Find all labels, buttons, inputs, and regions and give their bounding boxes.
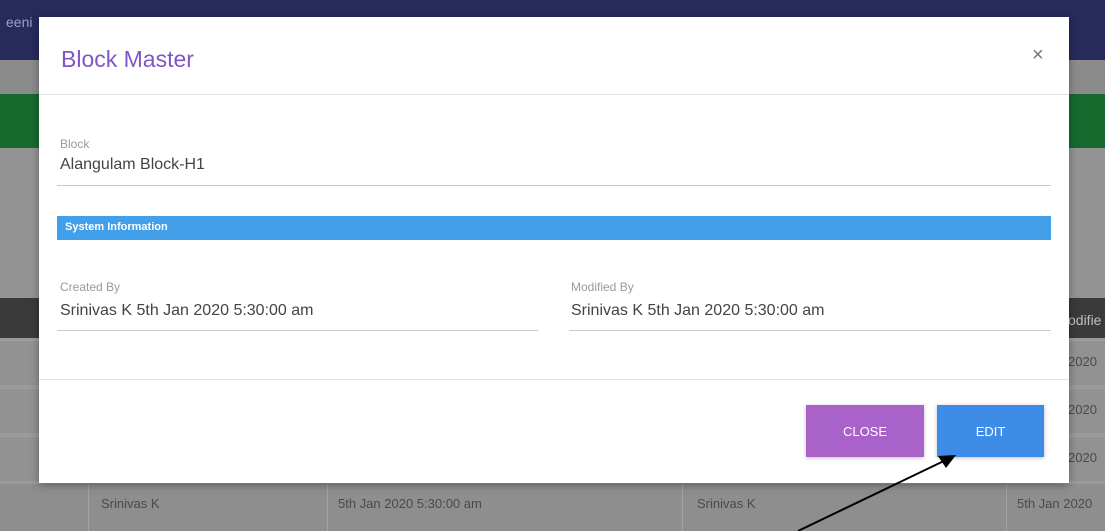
system-information-heading: System Information [65, 221, 168, 233]
column-divider [1006, 484, 1007, 531]
block-value[interactable]: Alangulam Block-H1 [60, 156, 205, 174]
system-information-bar: System Information [57, 216, 1051, 240]
close-button[interactable]: CLOSE [806, 405, 924, 457]
row-created-by: Srinivas K [101, 496, 160, 511]
block-label: Block [60, 137, 90, 151]
row-modified-by: Srinivas K [697, 496, 756, 511]
row-date: 2020 [1068, 354, 1097, 369]
header-divider [39, 94, 1069, 95]
column-divider [682, 484, 683, 531]
column-divider [327, 484, 328, 531]
row-date: 2020 [1068, 402, 1097, 417]
row-created-on: 5th Jan 2020 5:30:00 am [338, 496, 482, 511]
modal-title: Block Master [61, 46, 194, 72]
created-by-underline [57, 330, 538, 331]
table-header-modified: odifie [1068, 312, 1102, 328]
edit-button[interactable]: EDIT [937, 405, 1044, 457]
column-divider [88, 484, 89, 531]
block-field-underline [57, 185, 1051, 186]
created-by-label: Created By [60, 280, 121, 294]
footer-divider [39, 379, 1069, 380]
created-by-value: Srinivas K 5th Jan 2020 5:30:00 am [60, 302, 314, 319]
close-icon[interactable]: × [1032, 44, 1044, 67]
modified-by-underline [569, 330, 1051, 331]
navbar-text-fragment: eeni [6, 14, 33, 30]
row-date: 2020 [1068, 450, 1097, 465]
modified-by-value: Srinivas K 5th Jan 2020 5:30:00 am [571, 302, 825, 319]
row-modified-on: 5th Jan 2020 [1017, 496, 1093, 511]
modified-by-label: Modified By [571, 280, 634, 294]
block-master-modal: Block Master × Block Alangulam Block-H1 … [39, 17, 1069, 483]
table-row: Srinivas K 5th Jan 2020 5:30:00 am Srini… [0, 484, 1105, 531]
